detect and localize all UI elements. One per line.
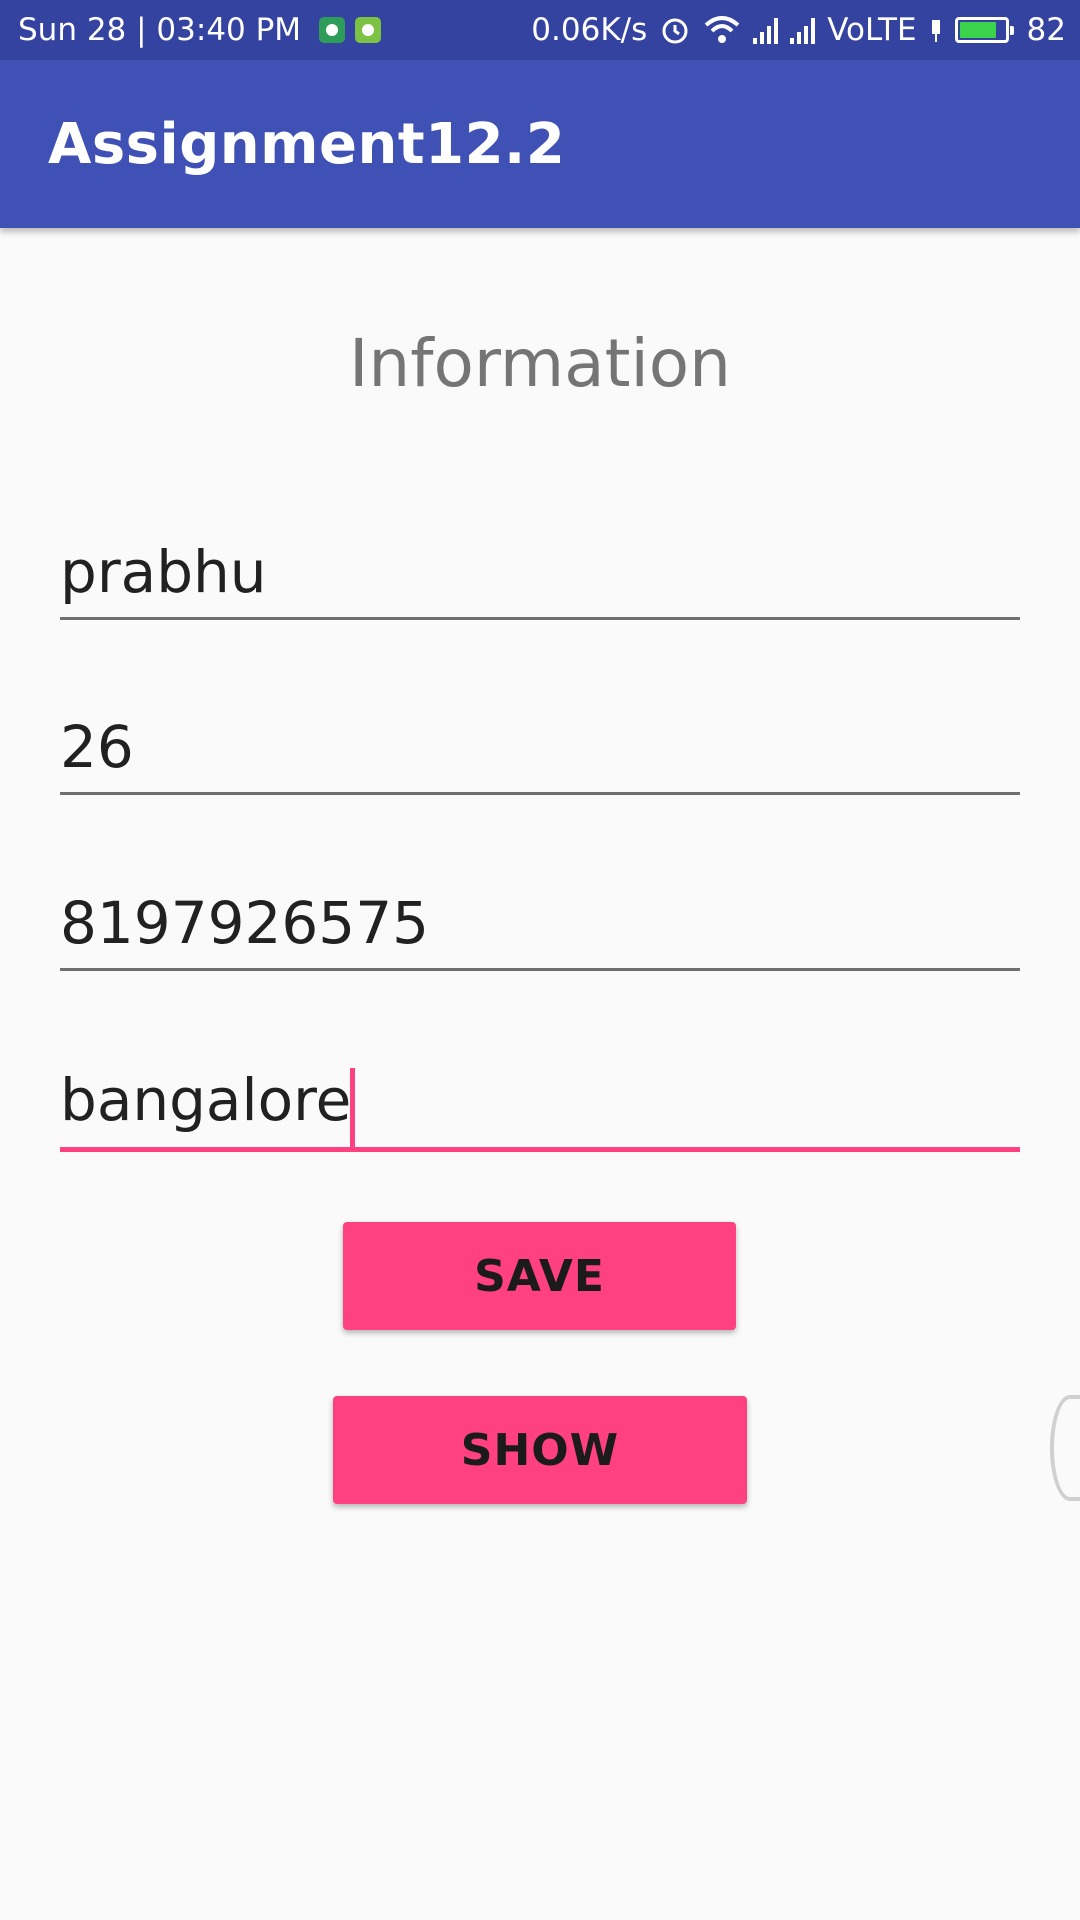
network-speed: 0.06K/s: [531, 12, 648, 48]
name-input[interactable]: [60, 530, 1020, 614]
signal-icon-sim1: [753, 16, 779, 44]
show-button[interactable]: SHOW: [333, 1396, 747, 1504]
app-title: Assignment12.2: [48, 111, 566, 177]
signal-icon-sim2: [790, 16, 816, 44]
text-cursor: [350, 1068, 355, 1148]
battery-level: 82: [1026, 12, 1066, 48]
age-field-container: [60, 705, 1020, 795]
page-heading: Information: [348, 325, 732, 402]
charging-icon: [931, 20, 940, 42]
usb-notification-icon: [319, 17, 346, 43]
save-button[interactable]: SAVE: [343, 1222, 736, 1330]
age-input[interactable]: [60, 705, 1020, 789]
battery-fill: [959, 22, 996, 38]
name-field-container: [60, 530, 1020, 620]
phone-field-container: [60, 881, 1020, 971]
status-bar: Sun 28 | 03:40 PM 0.06K/s VoLTE 82: [0, 0, 1080, 60]
alarm-icon: [662, 18, 688, 44]
status-datetime: Sun 28 | 03:40 PM: [18, 12, 302, 48]
wifi-icon: [704, 16, 740, 43]
city-input[interactable]: [60, 1058, 1020, 1142]
phone-input[interactable]: [60, 881, 1020, 965]
app-bar: Assignment12.2: [0, 60, 1080, 228]
edge-swipe-handle[interactable]: [1050, 1395, 1080, 1501]
battery-icon: [954, 17, 1014, 43]
android-notification-icon: [355, 17, 382, 43]
network-type: VoLTE: [827, 12, 917, 48]
city-field-container: [60, 1058, 1020, 1152]
